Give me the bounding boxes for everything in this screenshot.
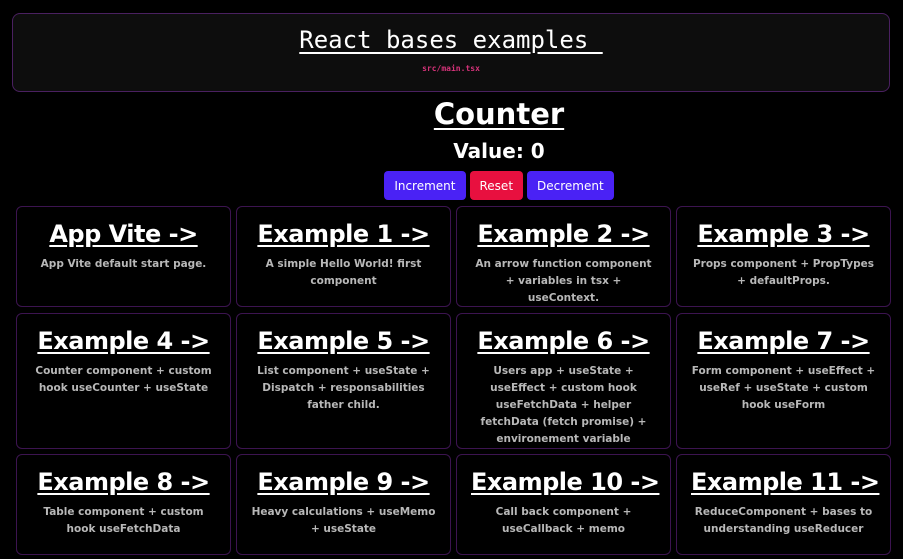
counter-section: Counter Value: 0 Increment Reset Decreme… — [300, 95, 698, 200]
card-title-link[interactable]: Example 7 -> — [697, 327, 870, 355]
card-description: A simple Hello World! first component — [265, 258, 422, 287]
card-example-2[interactable]: Example 2 -> An arrow function component… — [456, 206, 671, 307]
card-example-6[interactable]: Example 6 -> Users app + useState + useE… — [456, 313, 671, 449]
card-title-link[interactable]: Example 6 -> — [477, 327, 650, 355]
card-title-link[interactable]: Example 10 -> — [471, 468, 660, 496]
card-title-link[interactable]: Example 1 -> — [257, 220, 430, 248]
decrement-button[interactable]: Decrement — [527, 171, 614, 200]
card-description: An arrow function component + variables … — [475, 258, 652, 304]
counter-value: Value: 0 — [453, 139, 545, 163]
header-panel: React bases examples src/main.tsx — [12, 13, 890, 92]
card-description: Form component + useEffect + useRef + us… — [691, 365, 876, 411]
card-title-link[interactable]: App Vite -> — [49, 220, 198, 248]
card-example-7[interactable]: Example 7 -> Form component + useEffect … — [676, 313, 891, 449]
counter-title: Counter — [433, 97, 565, 131]
card-example-8[interactable]: Example 8 -> Table component + custom ho… — [16, 454, 231, 555]
card-description: List component + useState + Dispatch + r… — [257, 365, 430, 411]
reset-button[interactable]: Reset — [469, 171, 524, 200]
header-title-link[interactable]: React bases examples — [299, 26, 602, 54]
card-description: ReduceComponent + bases to understanding… — [694, 506, 873, 535]
header-file-label: src/main.tsx — [422, 64, 480, 73]
counter-button-row: Increment Reset Decrement — [300, 171, 698, 200]
card-title-link[interactable]: Example 8 -> — [37, 468, 210, 496]
card-example-1[interactable]: Example 1 -> A simple Hello World! first… — [236, 206, 451, 307]
card-description: Props component + PropTypes + defaultPro… — [692, 258, 875, 287]
card-description: Heavy calculations + useMemo + useState — [251, 506, 436, 535]
card-description: Table component + custom hook useFetchDa… — [43, 506, 204, 535]
card-example-3[interactable]: Example 3 -> Props component + PropTypes… — [676, 206, 891, 307]
card-title-link[interactable]: Example 9 -> — [257, 468, 430, 496]
card-description: Counter component + custom hook useCount… — [35, 365, 212, 394]
card-example-4[interactable]: Example 4 -> Counter component + custom … — [16, 313, 231, 449]
card-title-link[interactable]: Example 3 -> — [697, 220, 870, 248]
card-app-vite[interactable]: App Vite -> App Vite default start page. — [16, 206, 231, 307]
card-example-11[interactable]: Example 11 -> ReduceComponent + bases to… — [676, 454, 891, 555]
card-title-link[interactable]: Example 2 -> — [477, 220, 650, 248]
card-title-link[interactable]: Example 5 -> — [257, 327, 430, 355]
card-example-10[interactable]: Example 10 -> Call back component + useC… — [456, 454, 671, 555]
card-example-9[interactable]: Example 9 -> Heavy calculations + useMem… — [236, 454, 451, 555]
card-title-link[interactable]: Example 11 -> — [691, 468, 880, 496]
card-example-5[interactable]: Example 5 -> List component + useState +… — [236, 313, 451, 449]
card-title-link[interactable]: Example 4 -> — [37, 327, 210, 355]
examples-grid: App Vite -> App Vite default start page.… — [16, 206, 892, 555]
card-description: Call back component + useCallback + memo — [495, 506, 632, 535]
card-description: Users app + useState + useEffect + custo… — [480, 365, 647, 445]
card-description: App Vite default start page. — [40, 258, 207, 270]
increment-button[interactable]: Increment — [384, 171, 466, 200]
